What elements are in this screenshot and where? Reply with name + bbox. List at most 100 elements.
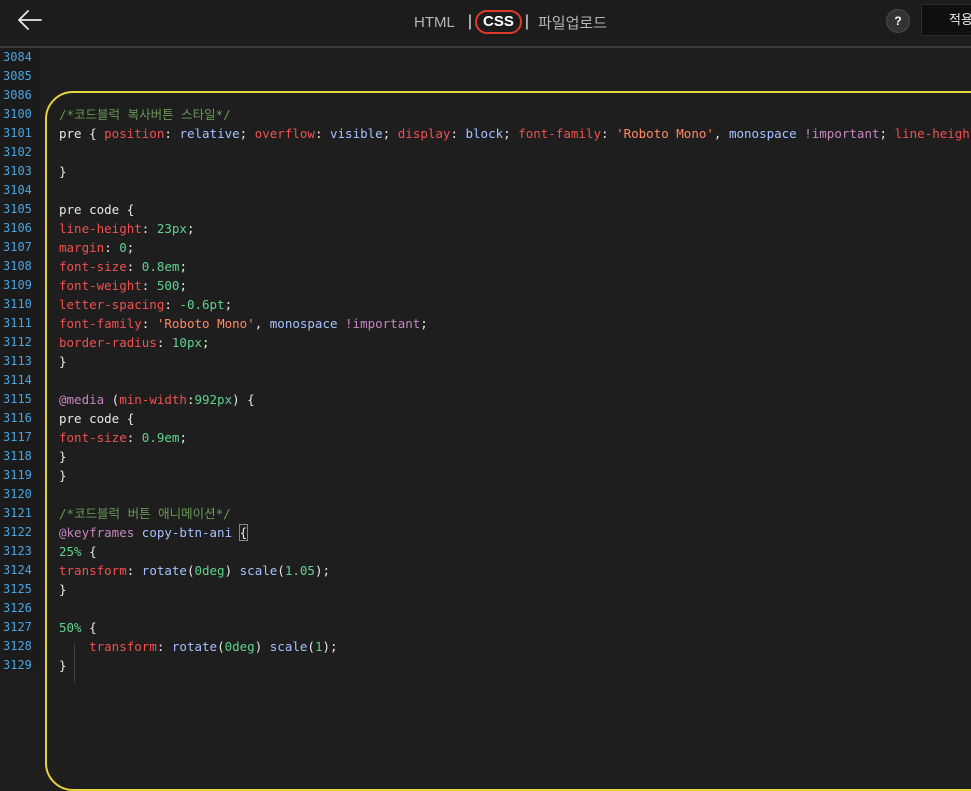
line-number: 3128: [3, 639, 32, 653]
code-line[interactable]: 3111 font-family: 'Roboto Mono', monospac…: [0, 314, 971, 333]
code-token: :: [141, 221, 157, 236]
code-text: font-size: 0.9em;: [59, 428, 187, 447]
code-token: 0: [119, 240, 127, 255]
code-token: pre code {: [59, 202, 135, 217]
code-line[interactable]: 3108 font-size: 0.8em;: [0, 257, 971, 276]
code-token: pre {: [59, 126, 105, 141]
code-line[interactable]: 3116 pre code {: [0, 409, 971, 428]
code-token: rotate: [171, 639, 218, 654]
code-token: pre code {: [59, 411, 135, 426]
code-token: :: [450, 126, 466, 141]
line-number: 3116: [3, 411, 32, 425]
code-line[interactable]: 3086: [0, 86, 971, 105]
code-token: {: [238, 524, 249, 541]
code-token: }: [59, 468, 67, 483]
code-token: {: [81, 544, 97, 559]
code-line[interactable]: 3085: [0, 67, 971, 86]
code-line[interactable]: 3120: [0, 485, 971, 504]
line-number: 3106: [3, 221, 32, 235]
code-line[interactable]: 3126: [0, 599, 971, 618]
line-number: 3108: [3, 259, 32, 273]
code-token: position: [104, 126, 165, 141]
code-line[interactable]: 3127 50% {: [0, 618, 971, 637]
css-code-editor[interactable]: 3084 3085 3086 3100 /*코드블럭 복사버튼 스타일*/ 3101 pre…: [0, 48, 971, 791]
code-line[interactable]: 3128 transform: rotate(0deg) scale(1);: [0, 637, 971, 656]
tab-html[interactable]: HTML: [414, 14, 455, 31]
code-token: :: [104, 240, 120, 255]
line-number: 3119: [3, 468, 32, 482]
code-token: }: [59, 354, 67, 369]
code-text: }: [59, 162, 67, 181]
code-text: }: [59, 580, 67, 599]
code-line[interactable]: 3115 @media (min-width:992px) {: [0, 390, 971, 409]
code-token: block: [465, 126, 504, 141]
code-line[interactable]: 3122 @keyframes copy-btn-ani {: [0, 523, 971, 542]
help-button[interactable]: ?: [886, 9, 910, 33]
line-number: 3127: [3, 620, 32, 634]
code-line[interactable]: 3124 transform: rotate(0deg) scale(1.05);: [0, 561, 971, 580]
code-line[interactable]: 3107 margin: 0;: [0, 238, 971, 257]
code-token: font-size: [59, 259, 127, 274]
code-token: scale: [239, 563, 278, 578]
line-number: 3123: [3, 544, 32, 558]
code-text: border-radius: 10px;: [59, 333, 210, 352]
code-text: 50% {: [59, 618, 97, 637]
back-arrow-icon[interactable]: [16, 8, 44, 32]
code-token: display: [397, 126, 451, 141]
code-text: line-height: 23px;: [59, 219, 195, 238]
code-token: );: [314, 563, 330, 578]
code-line[interactable]: 3101 pre { position: relative; overflow: …: [0, 124, 971, 143]
tab-separator: |: [524, 13, 529, 30]
editor-tabs: HTML | CSS | 파일업로드: [414, 10, 607, 34]
code-line[interactable]: 3084: [0, 48, 971, 67]
code-token: transform: [59, 563, 127, 578]
code-line[interactable]: 3106 line-height: 23px;: [0, 219, 971, 238]
line-number: 3101: [3, 126, 32, 140]
code-line[interactable]: 3110 letter-spacing: -0.6pt;: [0, 295, 971, 314]
code-token: :: [126, 430, 142, 445]
line-number: 3113: [3, 354, 32, 368]
code-line[interactable]: 3125}: [0, 580, 971, 599]
code-line[interactable]: 3102: [0, 143, 971, 162]
code-line[interactable]: 3119}: [0, 466, 971, 485]
code-token: (: [217, 639, 225, 654]
code-token: 'Roboto Mono': [156, 316, 255, 331]
code-token: ,: [254, 316, 270, 331]
code-token: :: [164, 297, 180, 312]
code-token: :: [126, 563, 142, 578]
code-token: @media: [59, 392, 105, 407]
top-toolbar: HTML | CSS | 파일업로드 ? 적용: [0, 0, 971, 48]
line-number: 3102: [3, 145, 32, 159]
tab-css[interactable]: CSS: [475, 10, 522, 34]
code-line[interactable]: 3121 /*코드블럭 버튼 애니메이션*/: [0, 504, 971, 523]
code-line[interactable]: 3114: [0, 371, 971, 390]
code-line[interactable]: 3103}: [0, 162, 971, 181]
code-text: font-family: 'Roboto Mono', monospace !i…: [59, 314, 428, 333]
code-token: copy-btn-ani: [141, 525, 233, 540]
code-text: /*코드블럭 버튼 애니메이션*/: [59, 504, 231, 523]
code-line[interactable]: 3105 pre code {: [0, 200, 971, 219]
code-line[interactable]: 3129}: [0, 656, 971, 675]
code-token: ): [254, 639, 270, 654]
code-text: pre code {: [59, 409, 134, 428]
code-text: @keyframes copy-btn-ani {: [59, 523, 249, 542]
code-text: @media (min-width:992px) {: [59, 390, 255, 409]
code-text: font-size: 0.8em;: [59, 257, 187, 276]
apply-button[interactable]: 적용: [921, 4, 971, 36]
line-number: 3117: [3, 430, 32, 444]
code-line[interactable]: 3104: [0, 181, 971, 200]
code-line[interactable]: 3112 border-radius: 10px;: [0, 333, 971, 352]
code-token: scale: [269, 639, 308, 654]
code-line[interactable]: 3100 /*코드블럭 복사버튼 스타일*/: [0, 105, 971, 124]
code-line[interactable]: 3117 font-size: 0.9em;: [0, 428, 971, 447]
code-token: 500: [156, 278, 180, 293]
code-line[interactable]: 3109 font-weight: 500;: [0, 276, 971, 295]
code-token: line-height: [894, 126, 971, 141]
code-token: font-family: [59, 316, 142, 331]
code-line[interactable]: 3123 25% {: [0, 542, 971, 561]
tab-file-upload[interactable]: 파일업로드: [538, 12, 607, 33]
code-line[interactable]: 3118}: [0, 447, 971, 466]
code-token: monospace: [269, 316, 338, 331]
code-token: 'Roboto Mono': [616, 126, 714, 141]
code-line[interactable]: 3113}: [0, 352, 971, 371]
